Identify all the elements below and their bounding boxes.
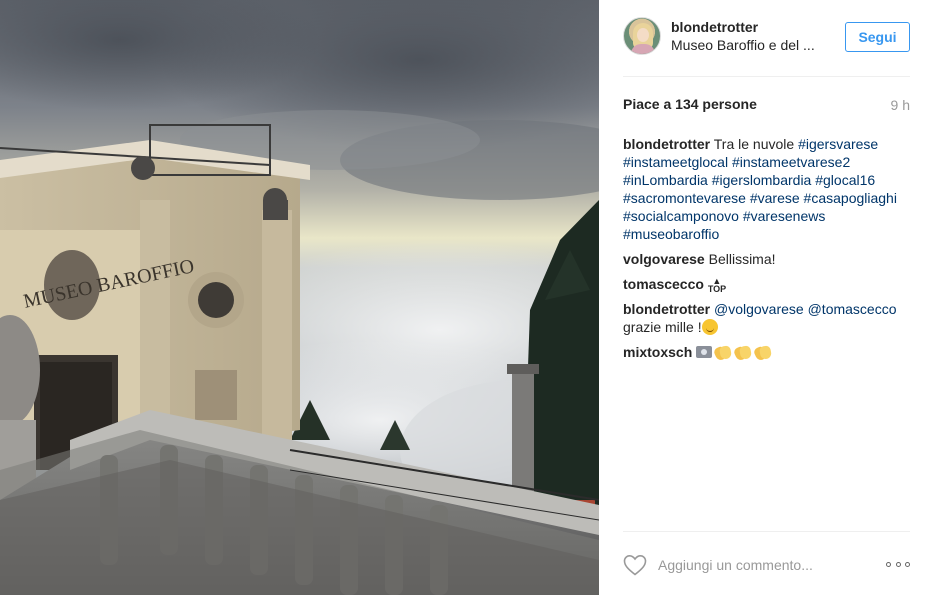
- comment-text: grazie mille !: [623, 319, 702, 335]
- hashtag-link[interactable]: #instameetvarese2: [732, 154, 850, 170]
- post-footer: [623, 531, 910, 595]
- comments-list: blondetrotter Tra le nuvole #igersvarese…: [623, 135, 910, 368]
- avatar-face: [637, 28, 649, 42]
- hashtag-link[interactable]: #museobaroffio: [623, 226, 719, 242]
- comment-user[interactable]: blondetrotter: [623, 301, 710, 317]
- more-dot: [886, 561, 891, 567]
- post-side-panel: blondetrotter Museo Baroffio e del ... S…: [599, 0, 934, 595]
- hashtag-link[interactable]: #inLombardia: [623, 172, 708, 188]
- comment-item: volgovarese Bellissima!: [623, 250, 910, 268]
- top-emoji-icon: ▲ TOP: [707, 276, 727, 294]
- comment-caption: blondetrotter Tra le nuvole #igersvarese…: [623, 135, 910, 243]
- comment-item: blondetrotter @volgovarese @tomascecco g…: [623, 300, 910, 336]
- hashtag-link[interactable]: #igersvarese: [798, 136, 878, 152]
- follow-button[interactable]: Segui: [845, 22, 910, 52]
- avatar-body: [631, 44, 655, 54]
- instagram-post-modal: MUSEO BAROFFIO blondetrotter Museo Barof…: [0, 0, 934, 595]
- hashtag-link[interactable]: #sacromontevarese: [623, 190, 746, 206]
- hashtag-link[interactable]: #varesenews: [743, 208, 826, 224]
- clapping-hands-emoji-icon: [734, 344, 752, 360]
- hashtag-link[interactable]: #glocal16: [815, 172, 875, 188]
- avatar[interactable]: [623, 17, 661, 55]
- comment-item: tomascecco ▲ TOP: [623, 275, 910, 294]
- header-location[interactable]: Museo Baroffio e del ...: [671, 37, 815, 53]
- more-options-icon[interactable]: [886, 558, 910, 570]
- more-dot: [905, 561, 910, 567]
- comment-item: mixtoxsch: [623, 343, 910, 361]
- likes-row: Piace a 134 persone 9 h: [623, 96, 910, 116]
- comment-text: Tra le nuvole: [713, 136, 795, 152]
- add-comment-input[interactable]: [658, 554, 868, 576]
- heart-icon[interactable]: [623, 554, 647, 576]
- mention-link[interactable]: @volgovarese: [714, 301, 804, 317]
- comment-user[interactable]: blondetrotter: [623, 136, 710, 152]
- post-photo[interactable]: MUSEO BAROFFIO: [0, 0, 599, 595]
- header-username[interactable]: blondetrotter: [671, 19, 758, 35]
- post-header: blondetrotter Museo Baroffio e del ... S…: [623, 0, 910, 77]
- comment-text: Bellissima!: [708, 251, 776, 267]
- clapping-hands-emoji-icon: [714, 344, 732, 360]
- hashtag-link[interactable]: #varese: [750, 190, 800, 206]
- camera-emoji-icon: [696, 346, 713, 358]
- mention-link[interactable]: @tomascecco: [808, 301, 897, 317]
- post-time[interactable]: 9 h: [891, 97, 910, 113]
- post-photo-illustration: MUSEO BAROFFIO: [0, 0, 599, 595]
- hashtag-link[interactable]: #casapogliaghi: [804, 190, 897, 206]
- smile-emoji-icon: [701, 319, 718, 335]
- hashtag-link[interactable]: #socialcamponovo: [623, 208, 739, 224]
- hashtag-link[interactable]: #instameetglocal: [623, 154, 728, 170]
- comment-user[interactable]: mixtoxsch: [623, 344, 692, 360]
- comment-user[interactable]: volgovarese: [623, 251, 705, 267]
- hashtag-link[interactable]: #igerslombardia: [712, 172, 812, 188]
- comment-user[interactable]: tomascecco: [623, 276, 704, 292]
- clapping-hands-emoji-icon: [754, 344, 772, 360]
- more-dot: [895, 561, 901, 567]
- likes-count[interactable]: Piace a 134 persone: [623, 96, 757, 112]
